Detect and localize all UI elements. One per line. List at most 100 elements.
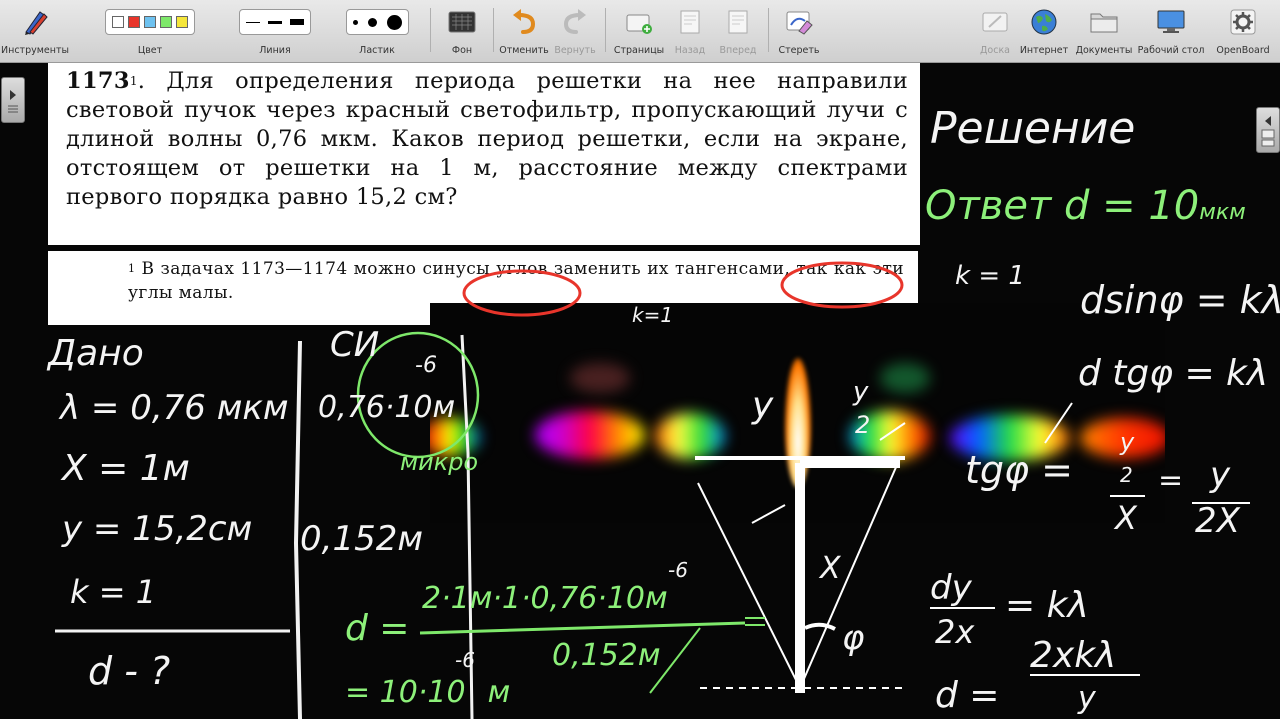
redo-button[interactable]: Вернуть	[552, 2, 598, 60]
diagram-arrow-1	[751, 504, 786, 524]
back-label: Назад	[674, 45, 706, 56]
lambda-si-value: 0,76·10	[318, 390, 433, 425]
line-label: Линия	[259, 45, 291, 56]
eq-y: y	[1078, 681, 1096, 716]
color-label: Цвет	[137, 45, 163, 56]
toolbar: Инструменты Цвет Линия Ластик Фон Отмени…	[0, 0, 1280, 63]
diagram-angle-arc	[804, 622, 836, 631]
forward-button[interactable]: Вперед	[716, 2, 760, 60]
pens-icon	[0, 8, 70, 36]
diagram-label-phi: φ	[842, 618, 865, 658]
erase-board-icon	[774, 8, 824, 36]
board-button[interactable]: Доска	[974, 2, 1016, 60]
erase-button[interactable]: Стереть	[774, 2, 824, 60]
line-width-picker[interactable]: Линия	[233, 2, 317, 60]
redo-icon	[552, 8, 598, 36]
diagram-label-y2-bottom: 2	[855, 411, 871, 439]
line-thin[interactable]	[246, 21, 260, 23]
background-button[interactable]: Фон	[440, 2, 484, 60]
given-y: y = 15,2см	[62, 509, 253, 549]
eq-d: d =	[935, 675, 1000, 716]
find-d: d - ?	[88, 649, 171, 693]
internet-button[interactable]: Интернет	[1018, 2, 1070, 60]
tools-button[interactable]: Инструменты	[0, 2, 70, 60]
diagram-arrow-3	[879, 422, 906, 441]
micro-note: микро	[400, 448, 479, 476]
color-swatch-red[interactable]	[128, 16, 140, 28]
si-title: СИ	[330, 325, 380, 365]
redo-label: Вернуть	[554, 45, 596, 56]
frac1-2: 2	[1120, 463, 1133, 487]
undo-label: Отменить	[499, 45, 549, 56]
formula-dtg: d tgφ = kλ	[1078, 353, 1269, 394]
openboard-label: OpenBoard	[1216, 45, 1270, 56]
calc-result-unit: м	[487, 675, 511, 710]
desktop-button[interactable]: Рабочий стол	[1136, 2, 1206, 60]
separator	[605, 8, 606, 52]
tools-label: Инструменты	[1, 45, 69, 56]
frac1-x: X	[1115, 499, 1137, 537]
documents-button[interactable]: Документы	[1074, 2, 1134, 60]
calc-d: d =	[345, 608, 410, 649]
eraser-sizes	[345, 9, 409, 35]
eq-2x: 2x	[935, 613, 975, 651]
background-label: Фон	[451, 45, 473, 56]
board-icon	[974, 8, 1016, 36]
eraser-large[interactable]	[386, 14, 402, 30]
add-page-icon	[612, 8, 666, 36]
frac2-2x: 2X	[1195, 501, 1240, 541]
tg-right-eq: =	[1158, 463, 1184, 498]
calc-equals	[745, 617, 765, 626]
background-icon	[440, 8, 484, 36]
pages-button[interactable]: Страницы	[612, 2, 666, 60]
openboard-button[interactable]: OpenBoard	[1208, 2, 1278, 60]
color-swatch-green[interactable]	[160, 16, 172, 28]
undo-button[interactable]: Отменить	[498, 2, 550, 60]
page-forward-icon	[716, 8, 760, 36]
lambda-si-exp: -6	[415, 353, 437, 378]
calc-num-exp: -6	[668, 558, 688, 582]
frac1-y: y	[1120, 428, 1135, 456]
diagram-label-y2-top: y	[853, 377, 869, 407]
given-lambda: λ = 0,76 мкм	[60, 388, 289, 428]
documents-label: Документы	[1075, 45, 1133, 56]
answer-text: Ответ d = 10	[925, 183, 1200, 229]
color-swatch-blue[interactable]	[144, 16, 156, 28]
erase-label: Стереть	[778, 45, 820, 56]
calc-result-exp: -6	[455, 648, 475, 672]
back-button[interactable]: Назад	[670, 2, 710, 60]
diagram-label-y: y	[752, 385, 774, 426]
eraser-label: Ластик	[359, 45, 395, 56]
eraser-small[interactable]	[352, 19, 358, 25]
globe-icon	[1018, 8, 1070, 36]
forward-label: Вперед	[719, 45, 757, 56]
eq-kl: = kλ	[1005, 585, 1089, 626]
tg-left: tgφ =	[965, 448, 1074, 492]
color-picker[interactable]: Цвет	[80, 2, 220, 60]
y-si: 0,152м	[300, 519, 423, 559]
color-swatch-white[interactable]	[112, 16, 124, 28]
separator	[430, 8, 431, 52]
calc-result: = 10·10 м	[345, 675, 510, 710]
frac2-y: y	[1210, 455, 1231, 495]
folder-icon	[1074, 8, 1134, 36]
eraser-picker[interactable]: Ластик	[334, 2, 420, 60]
diagram-label-x: X	[820, 551, 841, 586]
eraser-medium[interactable]	[367, 17, 377, 27]
k-right: k = 1	[955, 261, 1025, 291]
solution-title: Решение	[930, 103, 1136, 154]
whiteboard-canvas[interactable]: 11731. Для определения периода решетки н…	[0, 63, 1280, 719]
line-thick[interactable]	[290, 19, 304, 25]
separator	[493, 8, 494, 52]
eq-2xkl: 2xkλ	[1030, 635, 1117, 676]
color-swatch-yellow[interactable]	[176, 16, 188, 28]
separator	[768, 8, 769, 52]
gear-icon	[1208, 8, 1278, 36]
eq-dy: dy	[930, 568, 972, 608]
k-center: k=1	[632, 303, 674, 327]
board-label: Доска	[979, 45, 1011, 56]
undo-icon	[498, 8, 550, 36]
given-x: X = 1м	[62, 448, 190, 489]
line-medium[interactable]	[268, 20, 282, 24]
desktop-label: Рабочий стол	[1137, 45, 1205, 56]
